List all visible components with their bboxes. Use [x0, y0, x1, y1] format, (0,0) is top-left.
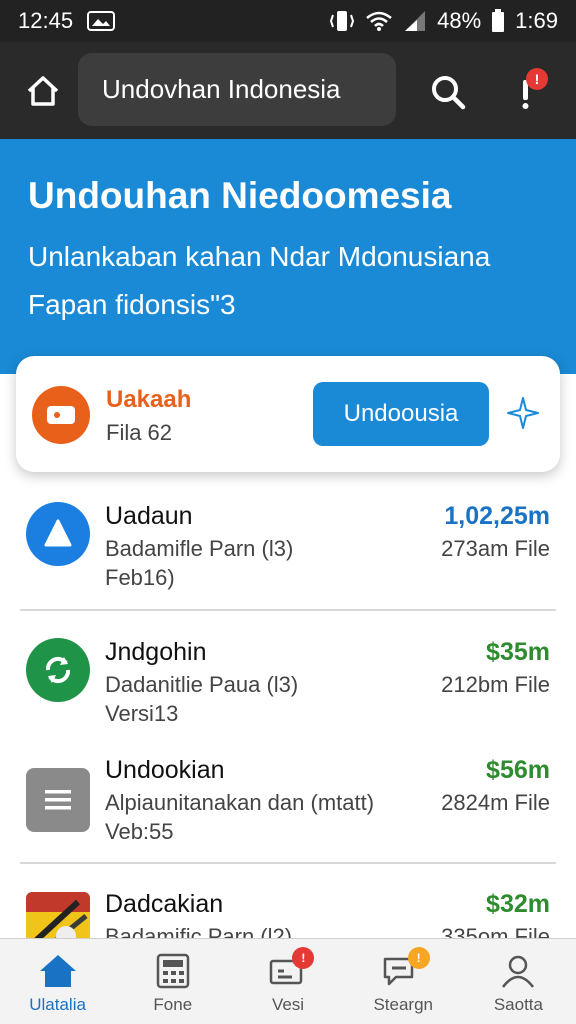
nav-item-calculator[interactable]: Fone: [115, 939, 230, 1024]
signal-icon: [403, 10, 427, 32]
image-notification-icon: [87, 11, 116, 31]
item-amount: $56m: [486, 756, 550, 784]
item-description: Badamifle Parn (l3): [105, 536, 294, 561]
list-item[interactable]: Undookian Alpiaunitanakan dan (mtatt) Ve…: [0, 742, 576, 862]
list-item[interactable]: Dadcakian Badamific Parn (l2) $32m 335om…: [0, 876, 576, 938]
home-icon: [39, 955, 76, 987]
item-description: Alpiaunitanakan dan (mtatt): [105, 790, 375, 815]
hero-title: Undouhan Niedoomesia: [28, 175, 452, 216]
item-meta: Versi13: [105, 701, 179, 726]
nav-item-home[interactable]: Ulatalia: [0, 939, 115, 1024]
wifi-icon: [365, 10, 393, 32]
list-icon: [26, 768, 90, 832]
nav-item-profile[interactable]: Saotta: [461, 939, 576, 1024]
item-amount: 1,02,25m: [444, 502, 550, 530]
battery-icon: [491, 9, 505, 33]
sparkle-icon[interactable]: [506, 396, 540, 430]
nav-label: Vesi: [271, 995, 305, 1014]
item-amount: $35m: [486, 638, 550, 666]
list-item[interactable]: Uadaun Badamifle Parn (l3) Feb16) 1,02,2…: [0, 488, 576, 608]
hero-banner: Undouhan Niedoomesia Unlankaban kahan Nd…: [0, 139, 576, 374]
item-name: Uadaun: [105, 502, 193, 530]
item-size: 273am File: [441, 536, 550, 561]
nav-label: Steargn: [373, 995, 433, 1014]
status-time: 12:45: [18, 8, 74, 33]
thumbnail-image: [26, 892, 90, 938]
hero-subtitle-2: Fapan fidonsis"3: [28, 289, 236, 320]
home-icon[interactable]: [22, 70, 64, 112]
vibrate-icon: [329, 9, 355, 33]
search-icon[interactable]: [426, 70, 470, 114]
nav-label: Fone: [153, 995, 193, 1014]
sync-icon: [26, 638, 90, 702]
hero-subtitle: Unlankaban kahan Ndar Mdonusiana: [28, 241, 491, 272]
featured-subtitle: Fila 62: [106, 420, 173, 445]
item-size: 2824m File: [441, 790, 550, 815]
calculator-icon: [156, 953, 190, 989]
alert-badge: !: [526, 68, 548, 90]
bottom-navigation: Ulatalia Fone ! Vesi ! Steargn Saotta: [0, 938, 576, 1024]
item-name: Dadcakian: [105, 890, 224, 918]
list-item[interactable]: Jndgohin Dadanitlie Paua (l3) Versi13 $3…: [0, 622, 576, 742]
item-size: 335om File: [441, 924, 550, 938]
status-bar: 12:45 48% 1:69: [0, 0, 576, 42]
divider: [20, 862, 556, 864]
profile-icon: [502, 955, 535, 988]
notification-alert-icon[interactable]: !: [510, 66, 554, 116]
status-time-right: 1:69: [515, 8, 558, 33]
nav-label: Ulatalia: [29, 995, 86, 1014]
featured-action-button[interactable]: Undoousia: [313, 382, 489, 446]
divider: [20, 609, 556, 611]
app-title[interactable]: Undovhan Indonesia: [78, 53, 396, 126]
location-pin-icon: [26, 502, 90, 566]
item-amount: $32m: [486, 890, 550, 918]
nav-label: Saotta: [493, 995, 543, 1014]
wallet-icon: [32, 386, 90, 444]
nav-badge: !: [292, 947, 315, 969]
item-description: Dadanitlie Paua (l3): [105, 672, 299, 697]
item-meta: Veb:55: [105, 819, 174, 844]
featured-title: Uakaah: [106, 386, 192, 413]
nav-item-chat[interactable]: ! Steargn: [346, 939, 461, 1024]
nav-item-messages[interactable]: ! Vesi: [230, 939, 345, 1024]
item-meta: Feb16): [105, 565, 175, 590]
item-name: Undookian: [105, 756, 225, 784]
battery-percent: 48%: [437, 8, 482, 33]
featured-card[interactable]: Uakaah Fila 62 Undoousia: [16, 356, 560, 472]
app-bar: Undovhan Indonesia !: [0, 42, 576, 139]
item-name: Jndgohin: [105, 638, 207, 666]
nav-badge: !: [407, 947, 430, 969]
item-size: 212bm File: [441, 672, 550, 697]
item-description: Badamific Parn (l2): [105, 924, 293, 938]
